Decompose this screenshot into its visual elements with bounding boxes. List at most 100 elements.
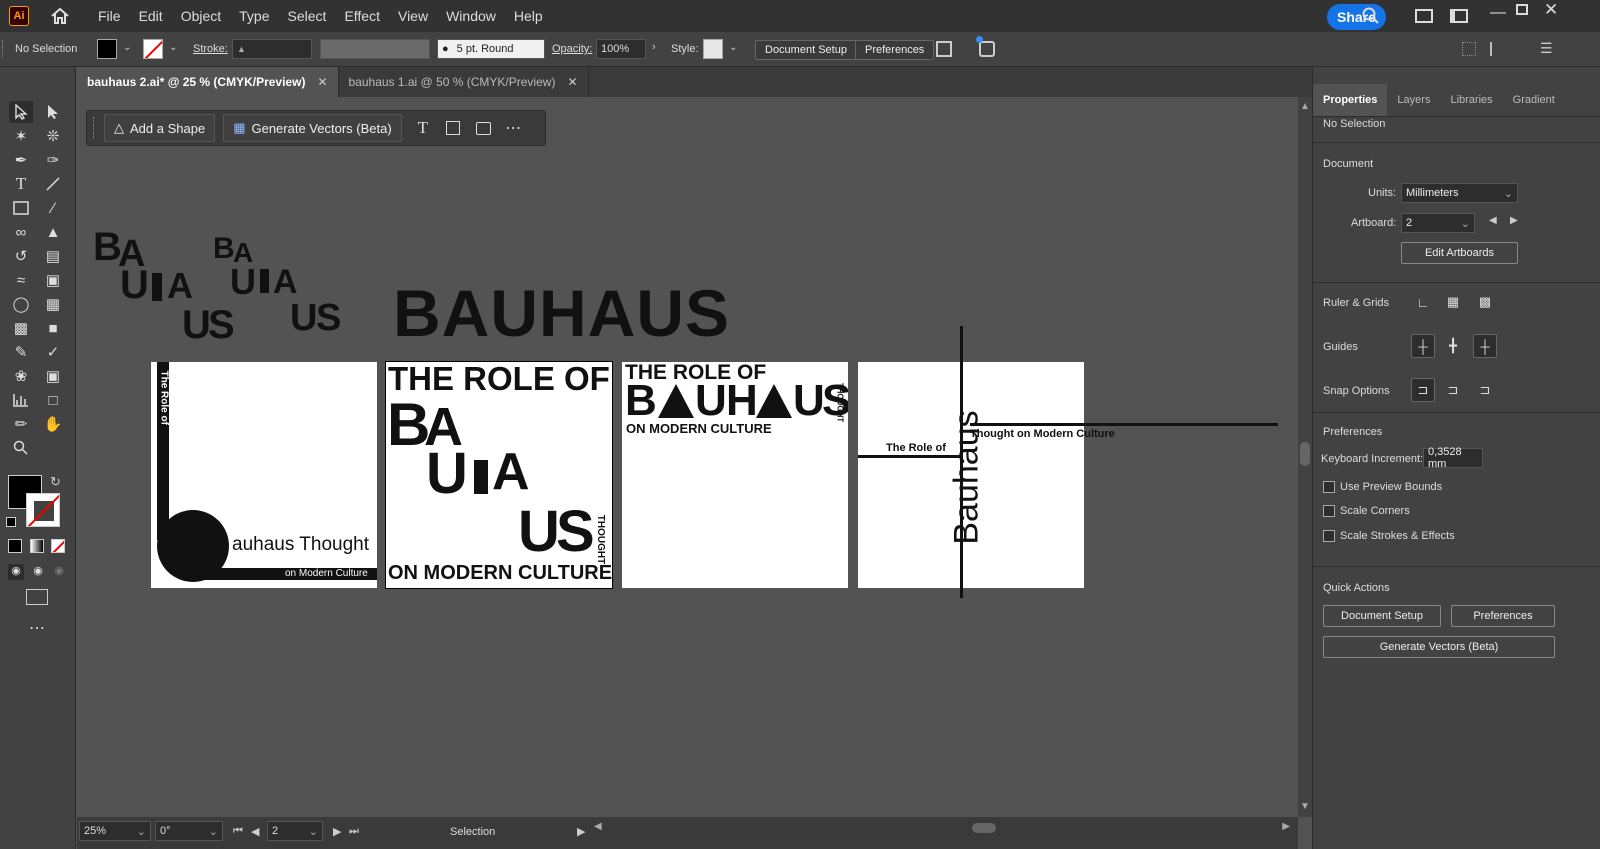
default-colors-icon[interactable]	[6, 517, 16, 527]
draw-normal-icon[interactable]: ◉	[8, 564, 24, 580]
artboard-4[interactable]: The Role of Bauhaus Thought on Modern Cu…	[858, 326, 1278, 598]
workspace-icon[interactable]	[1450, 9, 1468, 23]
qa-document-setup-button[interactable]: Document Setup	[1323, 605, 1441, 627]
bauhaus-logo-group[interactable]: B A U A U S B A U A U S	[90, 225, 350, 347]
scroll-thumb[interactable]	[1300, 442, 1310, 466]
show-guides-icon[interactable]: ┼	[1411, 334, 1435, 358]
status-menu-arrow-icon[interactable]: ▶	[577, 825, 585, 838]
lock-guides-icon[interactable]: ╋	[1441, 334, 1465, 358]
eraser-tool-icon[interactable]: ▲	[41, 221, 65, 243]
style-swatch[interactable]	[703, 39, 723, 59]
curvature-tool-icon[interactable]: ✑	[41, 149, 65, 171]
blend-tool-icon[interactable]: ✓	[41, 341, 65, 363]
text-icon[interactable]: T	[418, 118, 428, 138]
direct-selection-tool-icon[interactable]	[41, 101, 65, 123]
snap-to-pixel-icon[interactable]: ⊐	[1441, 378, 1465, 402]
use-preview-bounds-checkbox[interactable]: Use Preview Bounds	[1323, 481, 1442, 493]
eyedropper-tool-icon[interactable]: ✎	[9, 341, 33, 363]
hand-tool-icon[interactable]: ✋	[41, 413, 65, 435]
menu-edit[interactable]: Edit	[130, 8, 172, 24]
zoom-input[interactable]: 25% ⌄	[79, 821, 151, 841]
edit-artboards-button[interactable]: Edit Artboards	[1401, 242, 1518, 264]
menu-select[interactable]: Select	[279, 8, 336, 24]
menu-object[interactable]: Object	[172, 8, 230, 24]
arrange-documents-icon[interactable]	[1415, 9, 1433, 23]
variable-width-profile[interactable]	[320, 39, 430, 59]
mesh-tool-icon[interactable]: ▩	[9, 317, 33, 339]
symbol-sprayer-tool-icon[interactable]: ❀	[9, 365, 33, 387]
close-tab-icon[interactable]: ✕	[567, 75, 577, 89]
previous-artboard-icon[interactable]: ◀	[251, 825, 259, 838]
opacity-input[interactable]: 100%	[596, 39, 646, 59]
snap-to-point-icon[interactable]: ⊐	[1411, 378, 1435, 402]
scroll-up-icon[interactable]: ▲	[1300, 101, 1310, 112]
stroke-color-swatch[interactable]	[26, 493, 60, 527]
units-dropdown[interactable]: Millimeters ⌄	[1401, 183, 1518, 203]
draw-inside-icon[interactable]: ◉	[51, 564, 67, 580]
qa-preferences-button[interactable]: Preferences	[1451, 605, 1555, 627]
draw-behind-icon[interactable]: ◉	[30, 564, 46, 580]
menu-help[interactable]: Help	[505, 8, 552, 24]
artboard-2[interactable]: THE ROLE OF B A U A U S THOUGHT ON MODER…	[385, 361, 613, 589]
menu-type[interactable]: Type	[230, 8, 278, 24]
tab-libraries[interactable]: Libraries	[1440, 94, 1502, 116]
transparency-grid-icon[interactable]: ▩	[1473, 290, 1497, 314]
rectangle-tool-icon[interactable]	[9, 197, 33, 219]
type-tool-icon[interactable]: T	[9, 173, 33, 195]
menu-view[interactable]: View	[389, 8, 437, 24]
rotation-input[interactable]: 0° ⌄	[155, 821, 223, 841]
generate-vectors-button[interactable]: ▦ Generate Vectors (Beta)	[223, 114, 402, 142]
qa-generate-vectors-button[interactable]: Generate Vectors (Beta)	[1323, 636, 1555, 658]
tab-bauhaus-2[interactable]: bauhaus 2.ai* @ 25 % (CMYK/Preview) ✕	[77, 67, 339, 97]
horizontal-scrollbar[interactable]: ◀ ▶	[592, 821, 1292, 835]
grid-icon[interactable]: ▦	[1441, 290, 1465, 314]
pen-tool-icon[interactable]: ✒	[9, 149, 33, 171]
stroke-dropdown-icon[interactable]: ⌄	[169, 42, 177, 53]
shape-builder-tool-icon[interactable]: ◯	[9, 293, 33, 315]
scale-tool-icon[interactable]: ▤	[41, 245, 65, 267]
stroke-swatch[interactable]	[143, 39, 163, 59]
width-tool-icon[interactable]: ≈	[9, 269, 33, 291]
none-mode-icon[interactable]	[51, 539, 65, 553]
preferences-button[interactable]: Preferences	[855, 40, 935, 60]
home-icon[interactable]	[49, 6, 71, 26]
fill-swatch[interactable]	[97, 39, 117, 59]
style-dropdown-icon[interactable]: ⌄	[729, 42, 737, 53]
stroke-label[interactable]: Stroke:	[193, 43, 228, 55]
shaper-tool-icon[interactable]: ∞	[9, 221, 33, 243]
fill-dropdown-icon[interactable]: ⌄	[123, 42, 131, 53]
artboard-tool-icon[interactable]: □	[41, 389, 65, 411]
tab-layers[interactable]: Layers	[1387, 94, 1440, 116]
menu-file[interactable]: File	[89, 8, 130, 24]
crop-icon[interactable]	[446, 121, 461, 135]
slice-tool-icon[interactable]: ✏	[9, 413, 33, 435]
scroll-right-icon[interactable]: ▶	[1282, 821, 1290, 832]
align-icon[interactable]	[1462, 42, 1476, 56]
color-mode-icon[interactable]	[8, 539, 22, 553]
gradient-tool-icon[interactable]: ■	[41, 317, 65, 339]
panel-menu-icon[interactable]: ☰	[1540, 40, 1553, 57]
opacity-label[interactable]: Opacity:	[552, 43, 592, 55]
first-artboard-icon[interactable]: ⏮	[233, 825, 243, 838]
distribute-icon[interactable]	[1490, 42, 1504, 56]
recolor-icon[interactable]	[936, 41, 952, 57]
swap-colors-icon[interactable]: ↻	[50, 474, 61, 490]
image-icon[interactable]	[476, 121, 492, 135]
opacity-arrow-icon[interactable]: ›	[652, 41, 656, 53]
zoom-tool-icon[interactable]	[9, 437, 33, 459]
tab-properties[interactable]: Properties	[1313, 84, 1388, 116]
scale-strokes-checkbox[interactable]: Scale Strokes & Effects	[1323, 530, 1455, 542]
canvas[interactable]: △ Add a Shape ▦ Generate Vectors (Beta) …	[77, 97, 1298, 817]
artboard-1[interactable]: The Role of auhaus Thought on Modern Cul…	[151, 362, 377, 588]
free-transform-tool-icon[interactable]: ▣	[41, 269, 65, 291]
next-artboard-icon[interactable]: ▶	[1510, 215, 1518, 226]
puppet-warp-icon[interactable]	[976, 36, 995, 57]
restore-icon[interactable]	[1516, 4, 1528, 15]
brush-definition[interactable]: ● 5 pt. Round	[437, 39, 545, 59]
tab-gradient[interactable]: Gradient	[1503, 94, 1565, 116]
search-icon[interactable]	[1362, 7, 1380, 28]
more-tools-icon[interactable]: ⋯	[29, 618, 45, 638]
more-options-icon[interactable]: ⋯	[505, 118, 521, 138]
rotate-tool-icon[interactable]: ↺	[9, 245, 33, 267]
h-scroll-thumb[interactable]	[972, 823, 996, 833]
